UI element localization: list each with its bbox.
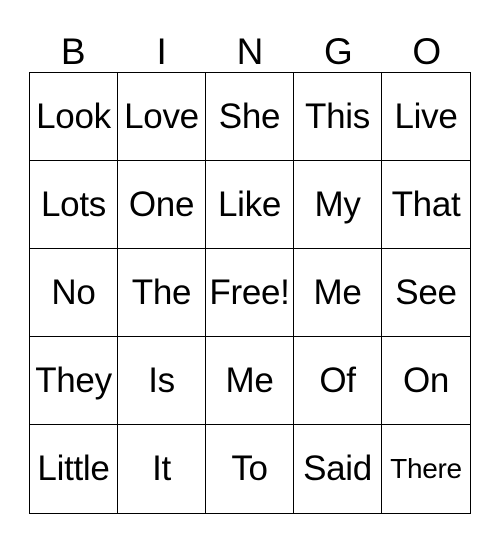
bingo-cell[interactable]: The <box>118 249 206 337</box>
bingo-cell[interactable]: Is <box>118 337 206 425</box>
header-letter-i: I <box>156 31 167 72</box>
bingo-cell[interactable]: Me <box>206 337 294 425</box>
bingo-cell[interactable]: It <box>118 425 206 513</box>
header-letter-b: B <box>60 31 86 72</box>
bingo-cell[interactable]: Of <box>294 337 382 425</box>
bingo-cell[interactable]: This <box>294 73 382 161</box>
bingo-cell[interactable]: To <box>206 425 294 513</box>
header-letter-o: O <box>412 31 442 72</box>
bingo-cell[interactable]: Me <box>294 249 382 337</box>
bingo-cell[interactable]: See <box>382 249 470 337</box>
bingo-cell[interactable]: Free! <box>206 249 294 337</box>
bingo-grid: Look Love She This Live Lots One Like My That No Th… <box>29 72 471 514</box>
bingo-cell[interactable]: They <box>30 337 118 425</box>
bingo-cell[interactable]: She <box>206 73 294 161</box>
bingo-cell[interactable]: No <box>30 249 118 337</box>
bingo-cell[interactable]: Little <box>30 425 118 513</box>
bingo-cell[interactable]: One <box>118 161 206 249</box>
bingo-cell[interactable]: Said <box>294 425 382 513</box>
bingo-cell[interactable]: Lots <box>30 161 118 249</box>
header-letter-g: G <box>323 31 353 72</box>
header-letter-n: N <box>236 31 264 72</box>
bingo-cell[interactable]: Like <box>206 161 294 249</box>
bingo-cell[interactable]: There <box>382 425 470 513</box>
bingo-cell[interactable]: Live <box>382 73 470 161</box>
bingo-cell[interactable]: Love <box>118 73 206 161</box>
bingo-header: B I N G O <box>29 30 471 74</box>
bingo-cell[interactable]: My <box>294 161 382 249</box>
bingo-cell[interactable]: That <box>382 161 470 249</box>
bingo-cell[interactable]: Look <box>30 73 118 161</box>
bingo-cell[interactable]: On <box>382 337 470 425</box>
